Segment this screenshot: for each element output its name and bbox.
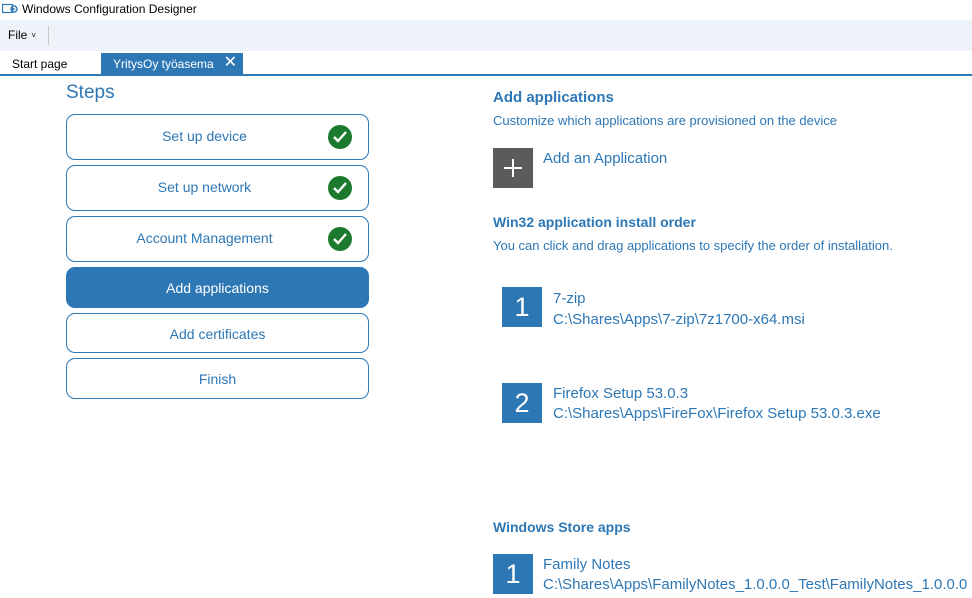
file-menu[interactable]: File ˅ — [8, 28, 36, 42]
page-title: Add applications — [493, 89, 614, 106]
step-set-up-network[interactable]: Set up network — [66, 165, 369, 211]
step-label: Finish — [198, 371, 237, 387]
win32-section-title: Win32 application install order — [493, 214, 696, 230]
app-name: Family Notes — [543, 556, 631, 573]
menu-separator — [48, 26, 49, 45]
step-label: Add certificates — [169, 326, 266, 342]
step-account-management[interactable]: Account Management — [66, 216, 369, 262]
app-name: 7-zip — [553, 290, 586, 307]
app-path-clip: C:\Shares\Apps\FamilyNotes_1.0.0.0_Test\… — [543, 576, 967, 596]
step-set-up-device[interactable]: Set up device — [66, 114, 369, 160]
config-designer-icon — [2, 3, 18, 14]
step-finish[interactable]: Finish — [66, 358, 369, 399]
chevron-down-icon: ˅ — [31, 31, 37, 40]
app-path: C:\Shares\Apps\7-zip\7z1700-x64.msi — [553, 311, 805, 328]
checkmark-icon — [328, 227, 352, 251]
order-badge: 2 — [502, 383, 542, 423]
step-add-certificates[interactable]: Add certificates — [66, 313, 369, 353]
tab-label: Start page — [12, 57, 68, 71]
window-title: Windows Configuration Designer — [22, 2, 197, 16]
steps-title: Steps — [66, 82, 115, 103]
step-add-applications[interactable]: Add applications — [66, 267, 369, 308]
tab-underline — [0, 74, 972, 76]
file-menu-label: File — [8, 28, 28, 42]
tab-start-page[interactable]: Start page — [4, 53, 98, 75]
menu-bar: File ˅ — [0, 20, 972, 51]
step-label: Add applications — [166, 280, 269, 296]
app-name: Firefox Setup 53.0.3 — [553, 385, 689, 402]
page-subtitle: Customize which applications are provisi… — [493, 113, 837, 128]
app-path: C:\Shares\Apps\FireFox\Firefox Setup 53.… — [553, 405, 881, 422]
close-icon[interactable]: ✕ — [224, 55, 237, 71]
app-path: C:\Shares\Apps\FamilyNotes_1.0.0.0_Test\… — [543, 576, 967, 593]
tab-label: YritysOy työasema — [113, 57, 214, 71]
step-label: Set up device — [162, 128, 247, 144]
tab-project[interactable]: YritysOy työasema ✕ — [101, 53, 243, 75]
add-application-link[interactable]: Add an Application — [543, 150, 667, 167]
store-section-title: Windows Store apps — [493, 519, 631, 535]
checkmark-icon — [328, 176, 352, 200]
add-application-button[interactable] — [493, 148, 533, 188]
step-label: Account Management — [136, 230, 273, 246]
step-label: Set up network — [157, 179, 252, 195]
order-badge: 1 — [493, 554, 533, 594]
checkmark-icon — [328, 125, 352, 149]
order-badge: 1 — [502, 287, 542, 327]
win32-section-subtitle: You can click and drag applications to s… — [493, 238, 893, 253]
plus-icon — [512, 159, 514, 177]
title-bar: Windows Configuration Designer — [0, 0, 972, 20]
